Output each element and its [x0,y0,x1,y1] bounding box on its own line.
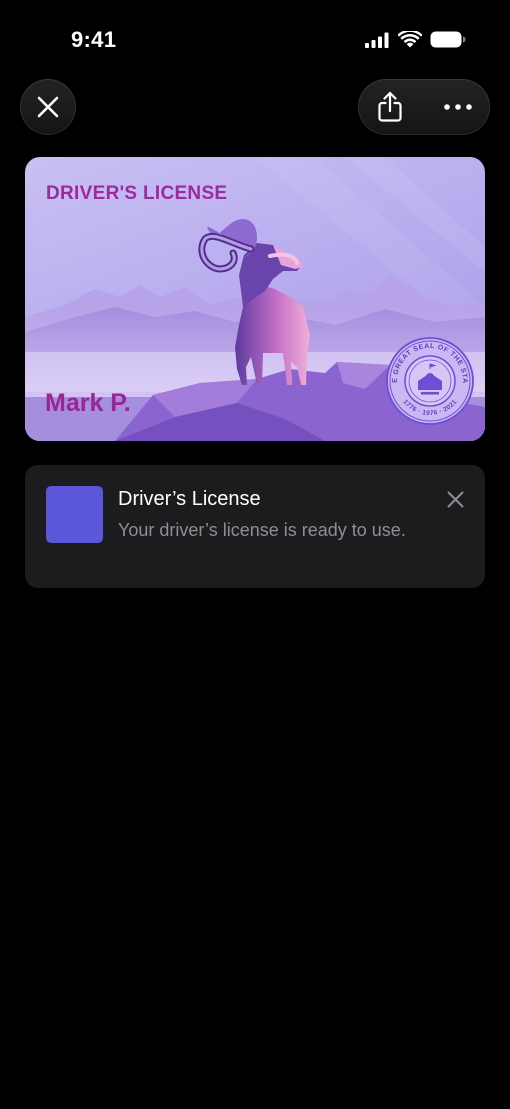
battery-icon [430,31,466,48]
xmark-icon [37,96,59,118]
notification-body: Your driver’s license is ready to use. [118,520,406,540]
drivers-license-card[interactable]: DRIVER'S LICENSE Mark P. THE GREAT SEAL … [25,157,485,441]
status-bar: 9:41 [0,0,510,80]
xmark-icon [447,491,463,507]
more-button[interactable] [434,87,482,127]
cellular-signal-icon [365,32,389,48]
notification-close-button[interactable] [443,487,467,511]
status-time: 9:41 [71,27,117,52]
ellipsis-icon [444,104,472,110]
share-button[interactable] [370,87,410,127]
card-holder-name: Mark P. [45,389,131,417]
state-seal-icon: THE GREAT SEAL OF THE STATE 1776 · 1976 … [385,336,474,425]
wifi-icon [398,31,422,48]
actions-pill [358,79,490,135]
status-icons [365,31,466,48]
notification-banner[interactable]: Driver’s License Your driver’s license i… [25,465,485,588]
share-icon [378,91,402,122]
notification-thumbnail [46,486,103,543]
notification-title: Driver’s License [118,488,261,510]
close-button[interactable] [20,79,76,135]
card-title: DRIVER'S LICENSE [46,183,228,204]
